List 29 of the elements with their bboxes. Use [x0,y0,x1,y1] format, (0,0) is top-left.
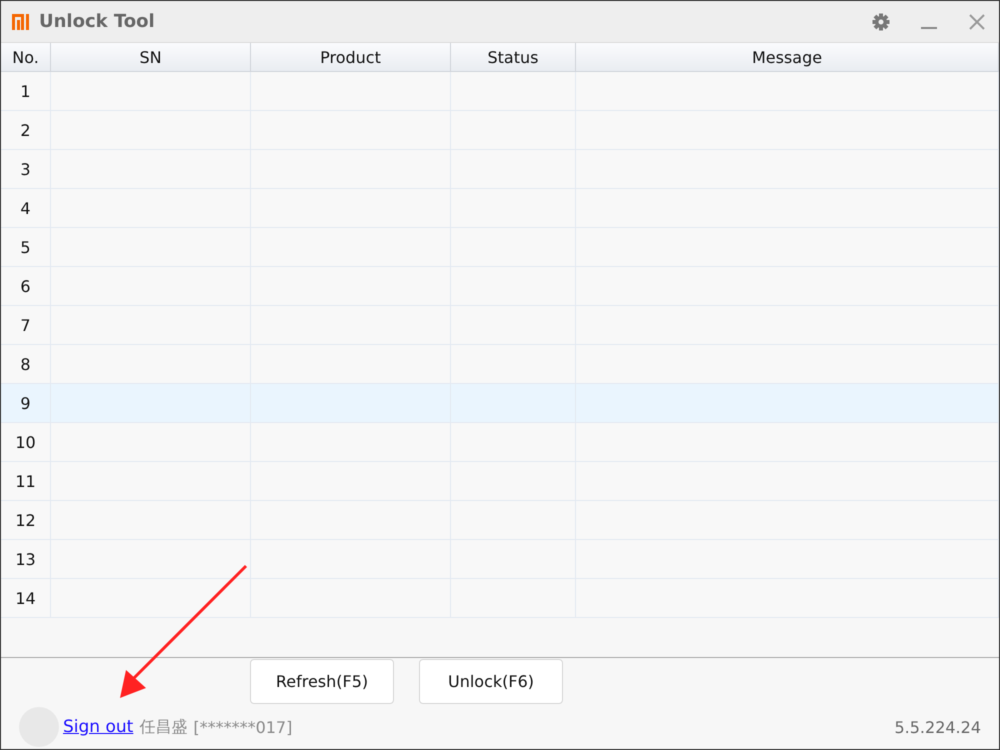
row-number: 11 [1,462,51,501]
close-icon[interactable] [967,12,987,32]
window-title: Unlock Tool [39,11,156,32]
account-id: [*******017] [193,718,292,736]
row-number: 6 [1,267,51,306]
logo-icon [11,12,31,32]
row-number: 8 [1,345,51,384]
user-name: 任昌盛 [139,716,188,738]
column-header[interactable]: Status [451,43,576,72]
row-number: 14 [1,579,51,618]
row-number: 3 [1,150,51,189]
column-header[interactable]: Message [576,43,999,72]
row-number: 12 [1,501,51,540]
action-button[interactable]: Unlock(F6) [419,659,563,704]
row-number: 5 [1,228,51,267]
action-button[interactable]: Refresh(F5) [250,659,394,704]
column-header[interactable]: Product [251,43,451,72]
row-number: 1 [1,72,51,111]
row-number: 9 [1,384,51,423]
row-number: 10 [1,423,51,462]
row-number: 4 [1,189,51,228]
row-number: 2 [1,111,51,150]
row-number: 13 [1,540,51,579]
sign-out-link[interactable]: Sign out [63,717,134,737]
version-text: 5.5.224.24 [894,718,981,736]
column-header[interactable]: SN [51,43,251,72]
settings-icon[interactable] [871,12,891,32]
column-header[interactable]: No. [1,43,51,72]
row-number: 7 [1,306,51,345]
